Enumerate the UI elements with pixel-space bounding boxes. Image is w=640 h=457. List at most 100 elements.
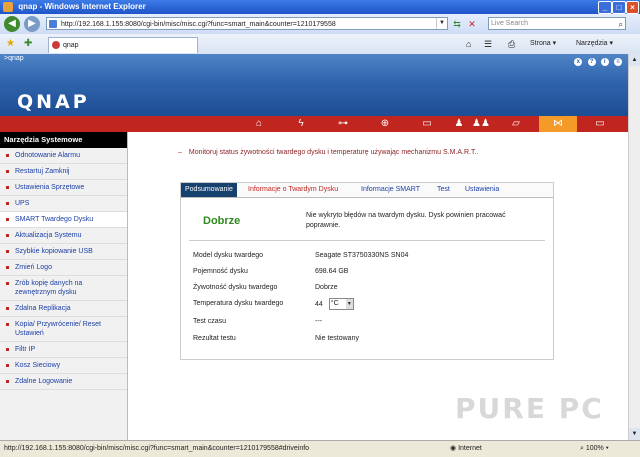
bullet-icon xyxy=(6,234,9,237)
user-icon[interactable]: ♟ xyxy=(450,116,468,132)
tab-summary[interactable]: Podsumowanie xyxy=(181,183,237,197)
bullet-icon xyxy=(6,307,9,310)
bullet-icon xyxy=(6,282,9,285)
chevron-down-icon: ▼ xyxy=(345,299,353,309)
bullet-icon xyxy=(6,186,9,189)
bullet-icon xyxy=(6,170,9,173)
search-placeholder: Live Search xyxy=(491,20,528,27)
watermark: PURE PC xyxy=(455,392,604,425)
health-message: Nie wykryto błędów na twardym dysku. Dys… xyxy=(306,212,506,229)
tab-title: qnap xyxy=(63,42,79,49)
sidebar-item-alarm[interactable]: Odnotowanie Alarmu xyxy=(0,148,127,164)
favorites-star-icon[interactable]: ★ xyxy=(6,38,15,50)
close-button[interactable]: × xyxy=(626,1,639,14)
qnap-header: >qnap x ? i ≡ QNAP xyxy=(0,54,628,116)
settings-icon[interactable]: ⊕ xyxy=(366,116,404,132)
qnap-small-label: >qnap xyxy=(4,55,24,62)
tools-icon[interactable]: ⋈ xyxy=(539,116,577,132)
sidebar-item-recycle-bin[interactable]: Kosz Sieciowy xyxy=(0,358,127,374)
zoom-level[interactable]: ⌕ 100% ▾ xyxy=(580,441,609,457)
security-zone: ◉ Internet xyxy=(450,445,482,452)
help-icon[interactable]: ? xyxy=(587,58,596,66)
address-text: http://192.168.1.155:8080/cgi-bin/misc/m… xyxy=(61,21,336,28)
bullet-icon xyxy=(6,218,9,221)
tab-qnap[interactable]: qnap xyxy=(48,37,198,53)
home-icon[interactable]: ⌂ xyxy=(240,116,278,132)
bullet-icon xyxy=(6,154,9,157)
tab-disk-info[interactable]: Informacje o Twardym Dysku xyxy=(248,183,338,197)
scroll-down-icon[interactable]: ▼ xyxy=(629,428,640,440)
tab-smart-info[interactable]: Informacje SMART xyxy=(361,183,420,197)
qnap-tab-icon xyxy=(52,41,60,49)
page-description: – Monitoruj status żywotności twardego dy… xyxy=(178,149,479,156)
divider xyxy=(189,240,545,241)
window-titlebar: qnap - Windows Internet Explorer _ □ × xyxy=(0,0,640,14)
smart-panel: Podsumowanie Informacje o Twardym Dysku … xyxy=(180,182,554,360)
health-status: Dobrze xyxy=(203,215,241,227)
info-icon[interactable]: i xyxy=(600,58,609,66)
top-links: x ? i ≡ xyxy=(571,56,622,66)
vertical-scrollbar[interactable]: ▲ ▼ xyxy=(628,54,640,440)
window-title: qnap - Windows Internet Explorer xyxy=(18,2,146,11)
sidebar-item-ups[interactable]: UPS xyxy=(0,196,127,212)
status-bar: http://192.168.1.155:8080/cgi-bin/misc/m… xyxy=(0,440,640,457)
bullet-icon xyxy=(6,364,9,367)
tab-test[interactable]: Test xyxy=(437,183,450,197)
sidebar-item-backup-restore[interactable]: Kopia/ Przywrócenie/ Reset Ustawień xyxy=(0,317,127,342)
ie-icon xyxy=(3,2,13,12)
home-icon[interactable]: ⌂ xyxy=(466,38,471,50)
stop-icon[interactable]: ✕ xyxy=(466,18,478,30)
temperature-value: 44 xyxy=(315,300,323,308)
sidebar-item-update[interactable]: Aktualizacja Systemu xyxy=(0,228,127,244)
drive-icon[interactable]: ▭ xyxy=(408,116,446,132)
sidebar-item-remote-login[interactable]: Zdalne Logowanie xyxy=(0,374,127,390)
forward-button[interactable]: ▶ xyxy=(24,16,40,32)
add-favorites-icon[interactable]: ✚ xyxy=(24,38,32,50)
search-input[interactable]: Live Search ⌕ xyxy=(488,17,626,30)
bullet-icon xyxy=(6,250,9,253)
tab-settings[interactable]: Ustawienia xyxy=(465,183,499,197)
docs-icon[interactable]: ▭ xyxy=(581,116,619,132)
minimize-button[interactable]: _ xyxy=(598,1,612,14)
print-icon[interactable]: ⎙ xyxy=(508,38,515,50)
users-icon[interactable]: ♟♟ xyxy=(468,116,494,132)
page-menu[interactable]: Strona ▾ xyxy=(530,38,556,50)
logout-icon[interactable]: x xyxy=(574,58,583,66)
chevron-down-icon[interactable]: ▼ xyxy=(436,18,447,29)
bullet-icon xyxy=(6,380,9,383)
folder-icon[interactable]: ▱ xyxy=(497,116,535,132)
status-url: http://192.168.1.155:8080/cgi-bin/misc/m… xyxy=(4,445,310,452)
main-nav-bar: ⌂ ϟ ⊶ ⊕ ▭ ♟ ♟♟ ▱ ⋈ ▭ xyxy=(0,116,628,132)
lightning-icon[interactable]: ϟ xyxy=(282,116,320,132)
sidebar-item-ip-filter[interactable]: Filtr IP xyxy=(0,342,127,358)
back-button[interactable]: ◀ xyxy=(4,16,20,32)
sidebar-item-smart[interactable]: SMART Twardego Dysku xyxy=(0,212,127,228)
address-input[interactable]: http://192.168.1.155:8080/cgi-bin/misc/m… xyxy=(46,17,448,30)
sidebar-item-logo[interactable]: Zmień Logo xyxy=(0,260,127,276)
scroll-up-icon[interactable]: ▲ xyxy=(629,54,640,66)
sidebar-item-usb-copy[interactable]: Szybkie kopiowanie USB xyxy=(0,244,127,260)
temperature-unit-select[interactable]: °C ▼ xyxy=(328,298,354,310)
page-icon xyxy=(49,20,57,28)
menu-icon[interactable]: ≡ xyxy=(614,58,622,66)
tab-bar: ★ ✚ qnap ⌂ ☰ ⎙ Strona ▾ Narzędzia ▾ xyxy=(0,34,640,55)
go-icon[interactable]: ⇆ xyxy=(451,18,463,30)
sidebar-item-restart[interactable]: Restartuj Zamknij xyxy=(0,164,127,180)
feeds-icon[interactable]: ☰ xyxy=(484,38,492,50)
address-toolbar: ◀ ▶ http://192.168.1.155:8080/cgi-bin/mi… xyxy=(0,14,640,34)
sidebar-heading: Narzędzia Systemowe xyxy=(0,132,127,148)
bullet-icon xyxy=(6,202,9,205)
sidebar-item-external-backup[interactable]: Zrób kopię danych na zewnętrznym dysku xyxy=(0,276,127,301)
sidebar: Narzędzia Systemowe Odnotowanie Alarmu R… xyxy=(0,132,128,440)
sidebar-item-replication[interactable]: Zdalna Replikacja xyxy=(0,301,127,317)
sidebar-item-hardware[interactable]: Ustawienia Sprzętowe xyxy=(0,180,127,196)
search-icon[interactable]: ⌕ xyxy=(619,19,623,31)
qnap-logo: QNAP xyxy=(17,91,90,113)
bullet-icon xyxy=(6,348,9,351)
bullet-icon xyxy=(6,323,9,326)
tools-menu[interactable]: Narzędzia ▾ xyxy=(576,38,613,50)
panel-tabs: Podsumowanie Informacje o Twardym Dysku … xyxy=(181,183,553,198)
maximize-button[interactable]: □ xyxy=(612,1,626,14)
dash-icon: – xyxy=(178,149,182,156)
network-icon[interactable]: ⊶ xyxy=(324,116,362,132)
